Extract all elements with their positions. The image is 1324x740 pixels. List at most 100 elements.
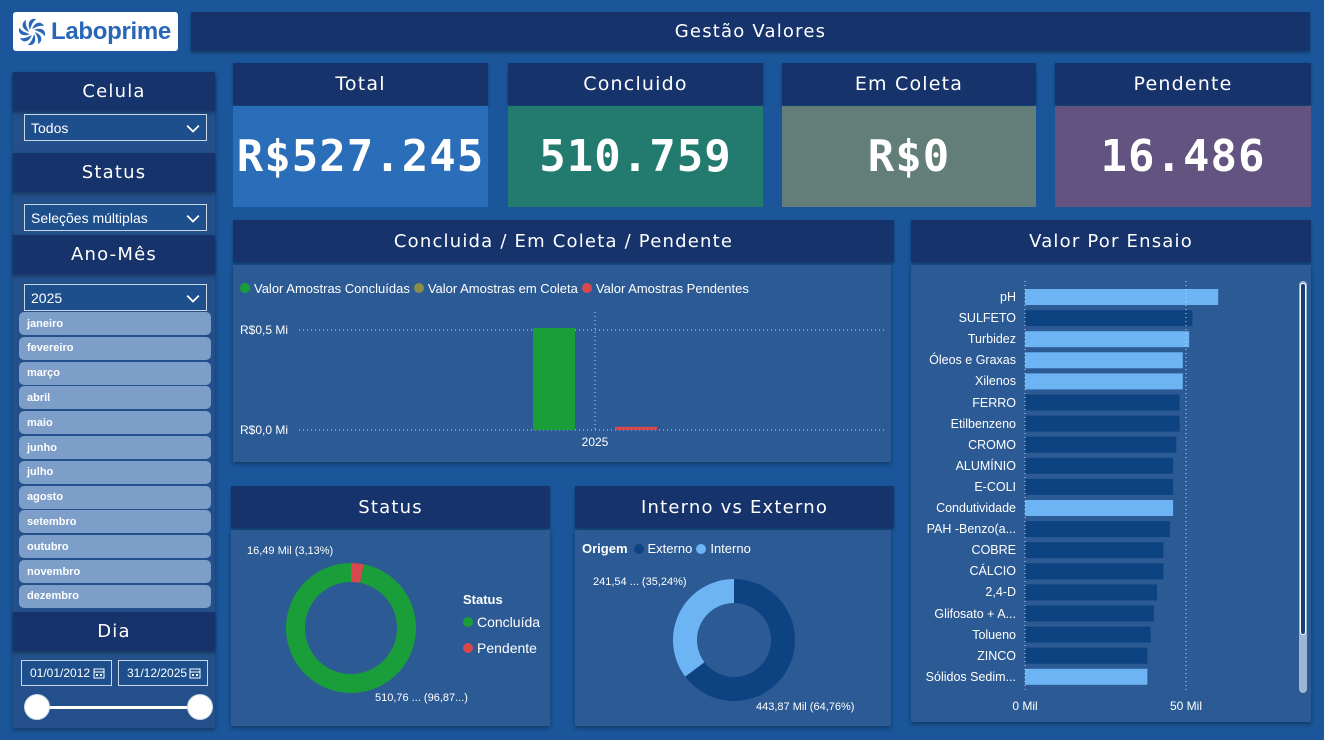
y-tick-label: R$0,5 Mi (240, 323, 288, 337)
start-date-input[interactable]: 01/01/2012 (21, 660, 112, 686)
column-chart-plot: R$0,0 Mi R$0,5 Mi 2025 (240, 312, 885, 449)
month-item[interactable]: julho (19, 460, 211, 484)
ano-mes-dropdown[interactable]: 2025 (24, 284, 207, 311)
x-tick-label: 2025 (582, 435, 609, 449)
ensaio-bar[interactable] (1025, 626, 1151, 643)
ano-mes-slicer-title: Ano-Mês (13, 235, 215, 274)
ensaio-bar[interactable] (1025, 289, 1219, 305)
ensaio-bar[interactable] (1025, 310, 1193, 327)
month-item[interactable]: março (19, 361, 211, 385)
column-bar[interactable] (615, 426, 657, 430)
celula-dropdown[interactable]: Todos (24, 114, 207, 141)
legend-dot (463, 643, 473, 653)
ensaio-bar[interactable] (1025, 394, 1180, 411)
donut-slice[interactable] (286, 563, 417, 693)
kpi-total-value: R$527.245 (233, 106, 488, 207)
y-tick-label: R$0,0 Mi (240, 423, 288, 437)
dia-slicer-title: Dia (13, 612, 215, 651)
status-legend-concluida: Concluída (463, 614, 540, 630)
brand-name: Laboprime (51, 17, 171, 45)
bar-chart-title: Valor Por Ensaio (911, 220, 1311, 262)
chevron-down-icon (186, 124, 200, 133)
month-item[interactable]: outubro (19, 535, 211, 559)
column-chart-legend: Valor Amostras Concluídas Valor Amostras… (240, 281, 749, 296)
legend-item: Valor Amostras em Coleta (413, 281, 578, 296)
column-chart-title: Concluida / Em Coleta / Pendente (233, 220, 894, 262)
origin-chart-title: Interno vs Externo (575, 486, 894, 528)
kpi-concluido-value: 510.759 (508, 106, 763, 207)
legend-dot (581, 283, 592, 293)
origin-donut (673, 579, 795, 701)
date-range-handle-end[interactable] (187, 694, 213, 720)
legend-item: Valor Amostras Pendentes (581, 281, 749, 296)
page-title-text: Gestão Valores (674, 21, 827, 42)
status-legend-title: Status (463, 592, 503, 607)
month-item[interactable]: dezembro (19, 584, 211, 608)
month-item[interactable]: fevereiro (19, 336, 211, 360)
ensaio-bar[interactable] (1025, 331, 1190, 348)
kpi-total-title: Total (233, 63, 488, 105)
end-date-input[interactable]: 31/12/2025 (118, 660, 208, 686)
status-dropdown[interactable]: Seleções múltiplas (24, 204, 207, 231)
ensaio-bar[interactable] (1025, 584, 1158, 601)
legend-dot (240, 283, 250, 293)
ensaio-bar[interactable] (1025, 542, 1164, 559)
kpi-concluido-title: Concluido (508, 63, 763, 105)
ensaio-bar[interactable] (1025, 478, 1174, 495)
legend-dot (413, 283, 424, 293)
month-item[interactable]: maio (19, 411, 211, 435)
column-bar[interactable] (533, 328, 575, 430)
ensaio-bar[interactable] (1025, 668, 1148, 685)
page-title: Gestão Valores (191, 12, 1310, 51)
status-label-pendente: 16,49 Mil (3,13%) (247, 545, 334, 557)
pinwheel-logo-icon (18, 18, 46, 45)
date-range-track (37, 706, 200, 709)
x-tick-label: 50 Mil (1170, 699, 1202, 713)
scrollbar-thumb[interactable] (1300, 283, 1306, 635)
ensaio-bar[interactable] (1025, 373, 1183, 390)
kpi-pendente-value: 16.486 (1055, 106, 1311, 207)
status-slicer-title: Status (13, 153, 215, 192)
calendar-icon (189, 668, 201, 679)
month-item[interactable]: novembro (19, 560, 211, 583)
start-date-value: 01/01/2012 (30, 666, 91, 680)
end-date-value: 31/12/2025 (127, 666, 188, 680)
ensaio-bar[interactable] (1025, 436, 1177, 453)
status-label-concluida: 510,76 ... (96,87...) (375, 692, 468, 704)
ensaio-bar[interactable] (1025, 521, 1170, 538)
kpi-em-coleta-value: R$0 (782, 106, 1036, 207)
month-item[interactable]: janeiro (19, 312, 211, 335)
month-item[interactable]: setembro (19, 510, 211, 534)
ensaio-bar[interactable] (1025, 352, 1183, 369)
calendar-icon (93, 668, 105, 679)
ensaio-bar[interactable] (1025, 563, 1164, 580)
ensaio-bar[interactable] (1025, 457, 1174, 474)
ensaio-bar[interactable] (1025, 415, 1180, 432)
ensaio-bar[interactable] (1025, 647, 1148, 664)
month-item[interactable]: junho (19, 436, 211, 459)
legend-dot (463, 617, 473, 627)
ano-mes-dropdown-value: 2025 (31, 289, 63, 306)
x-tick-label: 0 Mil (1012, 699, 1037, 713)
status-chart-title: Status (231, 486, 550, 528)
chevron-down-icon (186, 214, 200, 223)
date-range-handle-start[interactable] (24, 694, 50, 720)
month-item[interactable]: agosto (19, 485, 211, 509)
month-item[interactable]: abril (19, 386, 211, 410)
ensaio-bar[interactable] (1025, 500, 1174, 516)
chevron-down-icon (186, 294, 200, 303)
status-legend-pendente: Pendente (463, 640, 537, 656)
laboprime-logo: Laboprime (13, 12, 178, 51)
status-dropdown-value: Seleções múltiplas (31, 209, 148, 226)
origin-label-externo: 443,87 Mil (64,76%) (756, 701, 855, 713)
origin-label-interno: 241,54 ... (35,24%) (593, 576, 687, 588)
celula-dropdown-value: Todos (31, 119, 69, 136)
legend-item: Valor Amostras Concluídas (240, 281, 410, 296)
kpi-pendente-title: Pendente (1055, 63, 1311, 105)
bar-chart-scrollbar[interactable] (1299, 281, 1307, 693)
donut-slice[interactable] (673, 579, 734, 677)
bar-chart-plot: 0 Mil 50 Mil (1012, 281, 1219, 713)
ensaio-bar[interactable] (1025, 605, 1154, 622)
kpi-em-coleta-title: Em Coleta (782, 63, 1036, 105)
celula-slicer-title: Celula (13, 72, 215, 111)
